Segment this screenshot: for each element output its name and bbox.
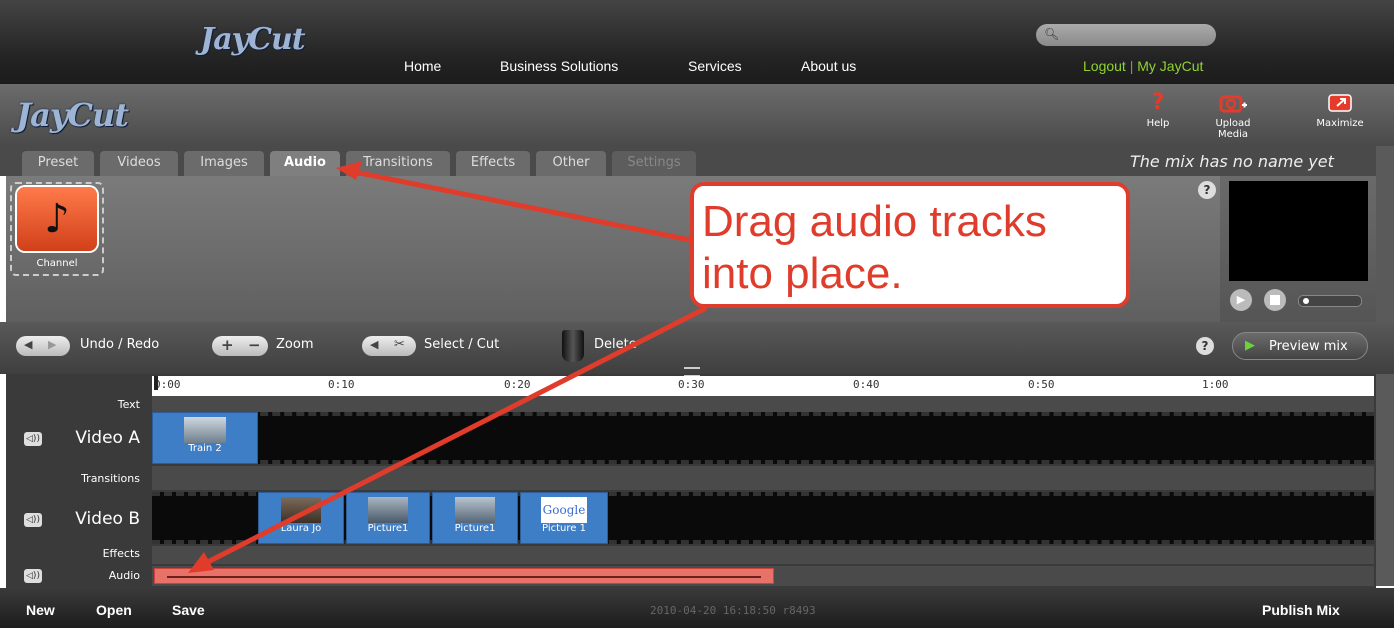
annotation-callout: Drag audio tracks into place. bbox=[690, 182, 1130, 308]
annotation-arrows bbox=[188, 161, 708, 573]
callout-line-2: into place. bbox=[702, 249, 903, 298]
callout-line-1: Drag audio tracks bbox=[702, 197, 1047, 246]
